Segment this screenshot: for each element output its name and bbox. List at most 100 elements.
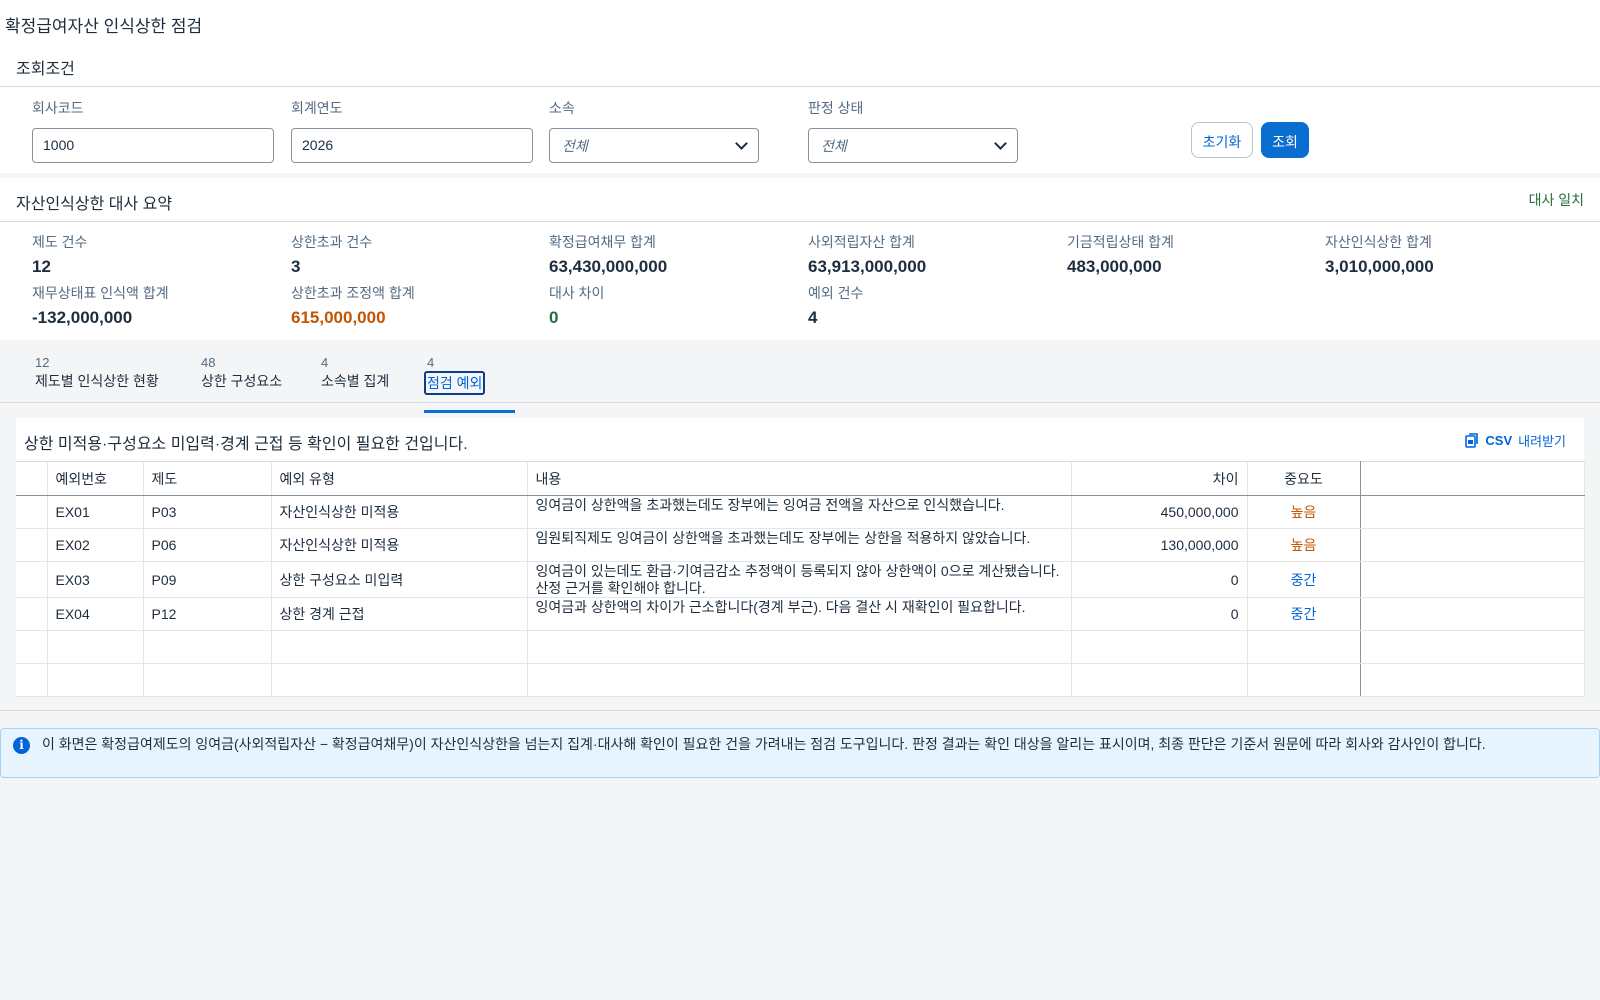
fiscal-year-input[interactable]: 2026 [291,128,533,163]
kpi-excess-count: 상한초과 건수 3 [291,232,372,277]
empty-cell [47,663,144,697]
kpi-label: 예외 건수 [808,285,864,301]
cell-id: EX01 [47,495,144,529]
tab-label: 제도별 인식상한 현황 [35,373,159,389]
tab-bar: 12 제도별 인식상한 현황 48 상한 구성요소 4 소속별 집계 4 점검 … [0,345,1600,413]
kpi-value: 615,000,000 [291,308,386,327]
company-code-input[interactable]: 1000 [32,128,274,163]
csv-download-label: CSV [1485,432,1513,448]
kpi-label: 확정급여채무 합계 [549,234,656,250]
tab-label: 점검 예외 [424,371,486,395]
cell-content: 잉여금과 상한액의 차이가 근소합니다(경계 부근). 다음 결산 시 재확인이… [527,597,1072,631]
cell-filler [1360,597,1585,631]
column-header-severity[interactable]: 중요도 [1247,461,1361,496]
chevron-down-icon [735,137,748,150]
tab-exceptions[interactable]: 4 점검 예외 [424,355,516,413]
kpi-label: 제도 건수 [32,234,88,250]
cell-type: 자산인식상한 미적용 [271,495,528,529]
tab-count: 4 [427,355,435,370]
row-selector-header[interactable] [16,461,48,496]
table-row[interactable]: EX03 P09 상한 구성요소 미입력 잉여금이 있는데도 환급·기여금감소 … [16,561,1585,598]
filter-heading: 조회조건 [0,43,1600,87]
cell-content: 잉여금이 있는데도 환급·기여금감소 추정액이 등록되지 않아 상한액이 0으로… [527,561,1072,598]
kpi-value: 0 [549,308,559,327]
cell-type: 상한 경계 근접 [271,597,528,631]
exceptions-panel: 상한 미적용·구성요소 미입력·경계 근접 등 확인이 필요한 건입니다. CS… [16,418,1585,697]
cell-severity: 중간 [1247,597,1361,631]
division-field: 소속 전체 [549,98,759,163]
chevron-down-icon [994,137,1007,150]
kpi-value: 3 [291,257,301,276]
division-select-value: 전체 [562,137,588,154]
division-select[interactable]: 전체 [549,128,759,163]
empty-cell [1247,630,1361,664]
kpi-value: 63,430,000,000 [549,257,668,276]
fiscal-year-field: 회계연도 2026 [291,98,533,163]
empty-cell [527,630,1072,664]
column-header-id[interactable]: 예외번호 [47,461,144,496]
empty-cell [1360,663,1585,697]
column-header-difference[interactable]: 차이 [1071,461,1248,496]
division-label: 소속 [549,100,575,116]
empty-table-row [16,630,1585,664]
empty-cell [47,630,144,664]
cell-plan: P06 [143,528,272,562]
kpi-label: 상한초과 건수 [291,234,373,250]
empty-cell [1247,663,1361,697]
kpi-plan-count: 제도 건수 12 [32,232,87,277]
kpi-label: 기금적립상태 합계 [1067,234,1174,250]
info-message-text: 이 화면은 확정급여제도의 잉여금(사외적립자산 − 확정급여채무)이 자산인식… [42,736,1486,752]
cell-plan: P12 [143,597,272,631]
row-selector[interactable] [16,495,48,529]
summary-heading: 자산인식상한 대사 요약 대사 일치 [0,178,1600,222]
table-row[interactable]: EX01 P03 자산인식상한 미적용 잉여금이 상한액을 초과했는데도 장부에… [16,495,1585,529]
search-button[interactable]: 조회 [1261,122,1309,158]
tab-division-summary[interactable]: 4 소속별 집계 [321,355,389,391]
tab-ceiling-components[interactable]: 48 상한 구성요소 [201,355,282,391]
cell-type: 상한 구성요소 미입력 [271,561,528,598]
kpi-recognized-total: 재무상태표 인식액 합계 -132,000,000 [32,283,169,328]
cell-difference: 0 [1071,561,1248,598]
kpi-funded-status-total: 기금적립상태 합계 483,000,000 [1067,232,1174,277]
status-select[interactable]: 전체 [808,128,1018,163]
status-label: 판정 상태 [808,100,864,116]
empty-cell [1071,663,1248,697]
row-selector[interactable] [16,597,48,631]
tab-count: 48 [201,355,216,370]
kpi-value: 3,010,000,000 [1325,257,1434,276]
cell-type: 자산인식상한 미적용 [271,528,528,562]
reset-button[interactable]: 초기화 [1191,122,1253,158]
cell-plan: P03 [143,495,272,529]
column-header-plan[interactable]: 제도 [143,461,272,496]
kpi-value: 63,913,000,000 [808,257,927,276]
download-icon [1465,432,1479,448]
filter-heading-label: 조회조건 [16,61,75,78]
summary-heading-label: 자산인식상한 대사 요약 [16,196,173,213]
kpi-value: -132,000,000 [32,308,133,327]
table-row[interactable]: EX02 P06 자산인식상한 미적용 임원퇴직제도 잉여금이 상한액을 초과했… [16,528,1585,562]
column-header-type[interactable]: 예외 유형 [271,461,528,496]
row-selector[interactable] [16,528,48,562]
cell-difference: 450,000,000 [1071,495,1248,529]
info-icon: i [13,737,30,754]
cell-id: EX04 [47,597,144,631]
csv-download-button[interactable]: CSV 내려받기 [1465,430,1566,450]
tab-plan-ceiling-status[interactable]: 12 제도별 인식상한 현황 [35,355,159,391]
kpi-label: 재무상태표 인식액 합계 [32,285,169,301]
active-tab-indicator [424,410,516,413]
table-row[interactable]: EX04 P12 상한 경계 근접 잉여금과 상한액의 차이가 근소합니다(경계… [16,597,1585,631]
fiscal-year-label: 회계연도 [291,100,343,116]
csv-download-action-label: 내려받기 [1518,433,1566,449]
status-field: 판정 상태 전체 [808,98,1018,163]
empty-cell [16,630,48,664]
row-selector[interactable] [16,561,48,598]
tab-label: 소속별 집계 [321,373,390,389]
company-code-label: 회사코드 [32,100,84,116]
kpi-label: 자산인식상한 합계 [1325,234,1432,250]
empty-cell [1360,630,1585,664]
table-header-row: 예외번호 제도 예외 유형 내용 차이 중요도 [16,461,1585,496]
tab-count: 4 [321,355,329,370]
column-header-content[interactable]: 내용 [527,461,1072,496]
page-title: 확정급여자산 인식상한 점검 [0,0,1600,44]
cell-difference: 0 [1071,597,1248,631]
